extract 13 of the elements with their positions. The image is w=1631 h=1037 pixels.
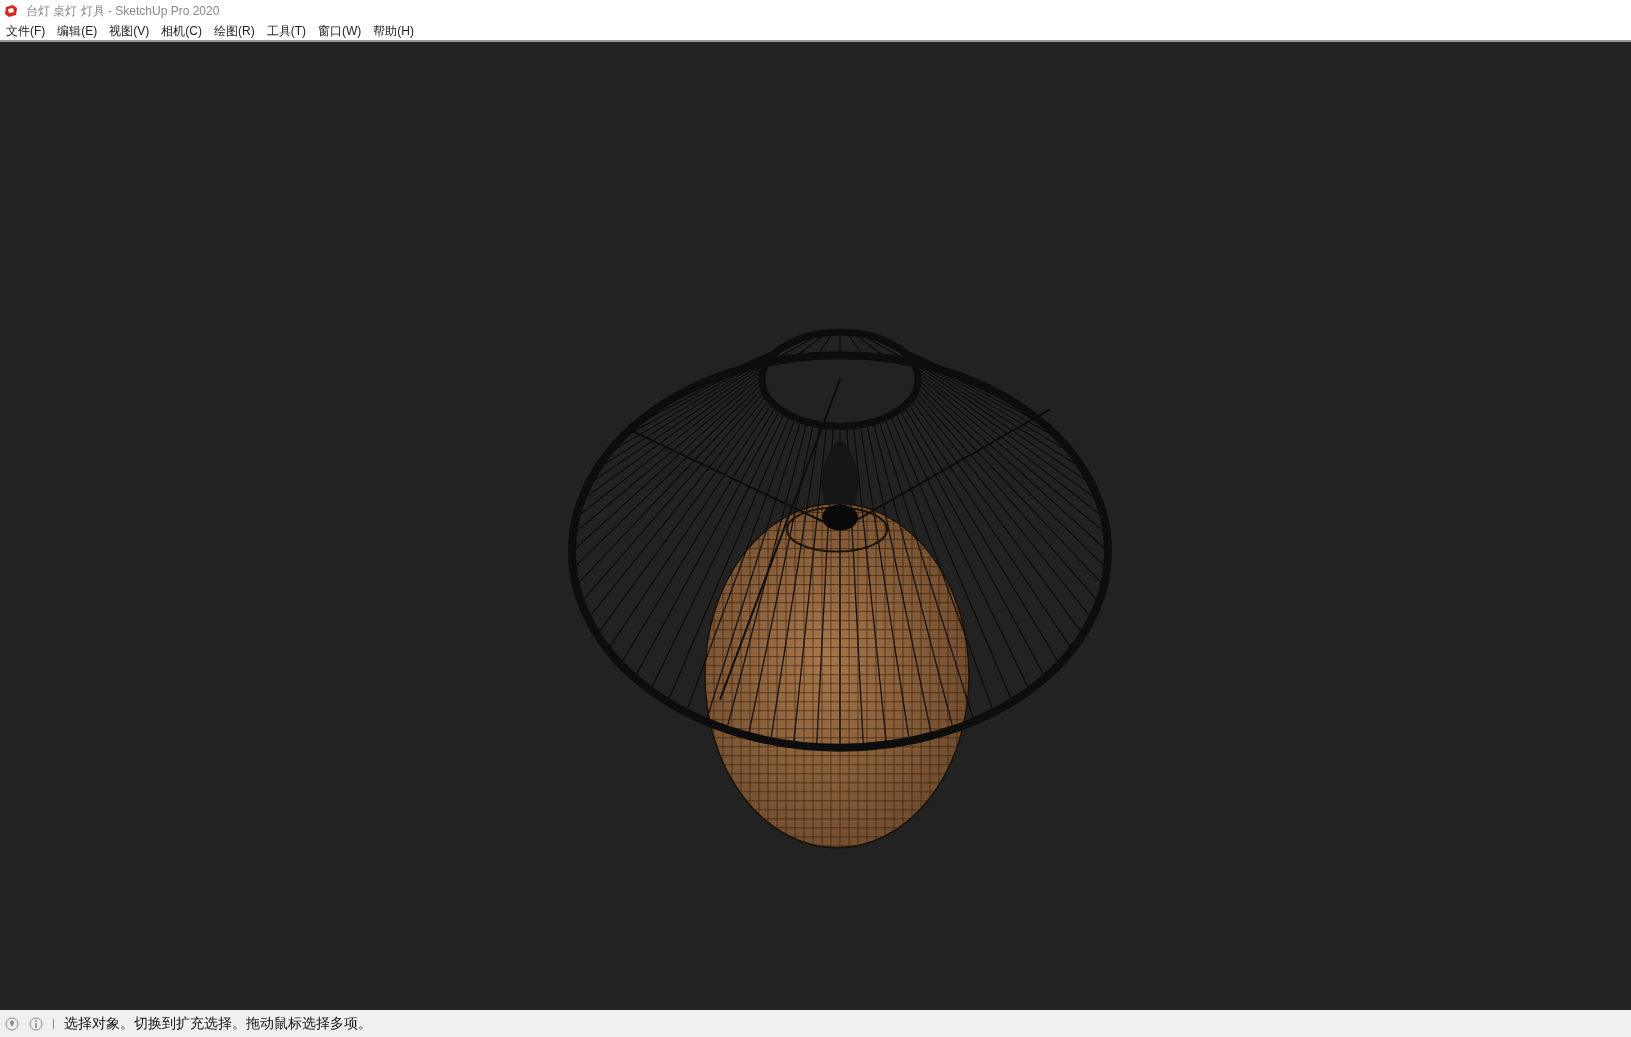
geolocation-icon[interactable] bbox=[5, 1016, 19, 1031]
menu-item[interactable]: 编辑(E) bbox=[53, 21, 102, 40]
window-title: 台灯 桌灯 灯具 - SketchUp Pro 2020 bbox=[26, 2, 220, 20]
menu-item[interactable]: 相机(C) bbox=[157, 21, 206, 40]
menu-item[interactable]: 帮助(H) bbox=[369, 21, 418, 40]
menu-item[interactable]: 窗口(W) bbox=[314, 21, 366, 40]
menu-item[interactable]: 绘图(R) bbox=[210, 21, 259, 40]
status-message: 选择对象。切换到扩充选择。拖动鼠标选择多项。 bbox=[64, 1014, 372, 1033]
menu-item[interactable]: 视图(V) bbox=[105, 21, 154, 40]
info-icon[interactable] bbox=[29, 1016, 43, 1031]
app-logo-icon bbox=[4, 3, 18, 18]
menu-item[interactable]: 文件(F) bbox=[2, 21, 50, 40]
menu-item[interactable]: 工具(T) bbox=[262, 21, 310, 40]
